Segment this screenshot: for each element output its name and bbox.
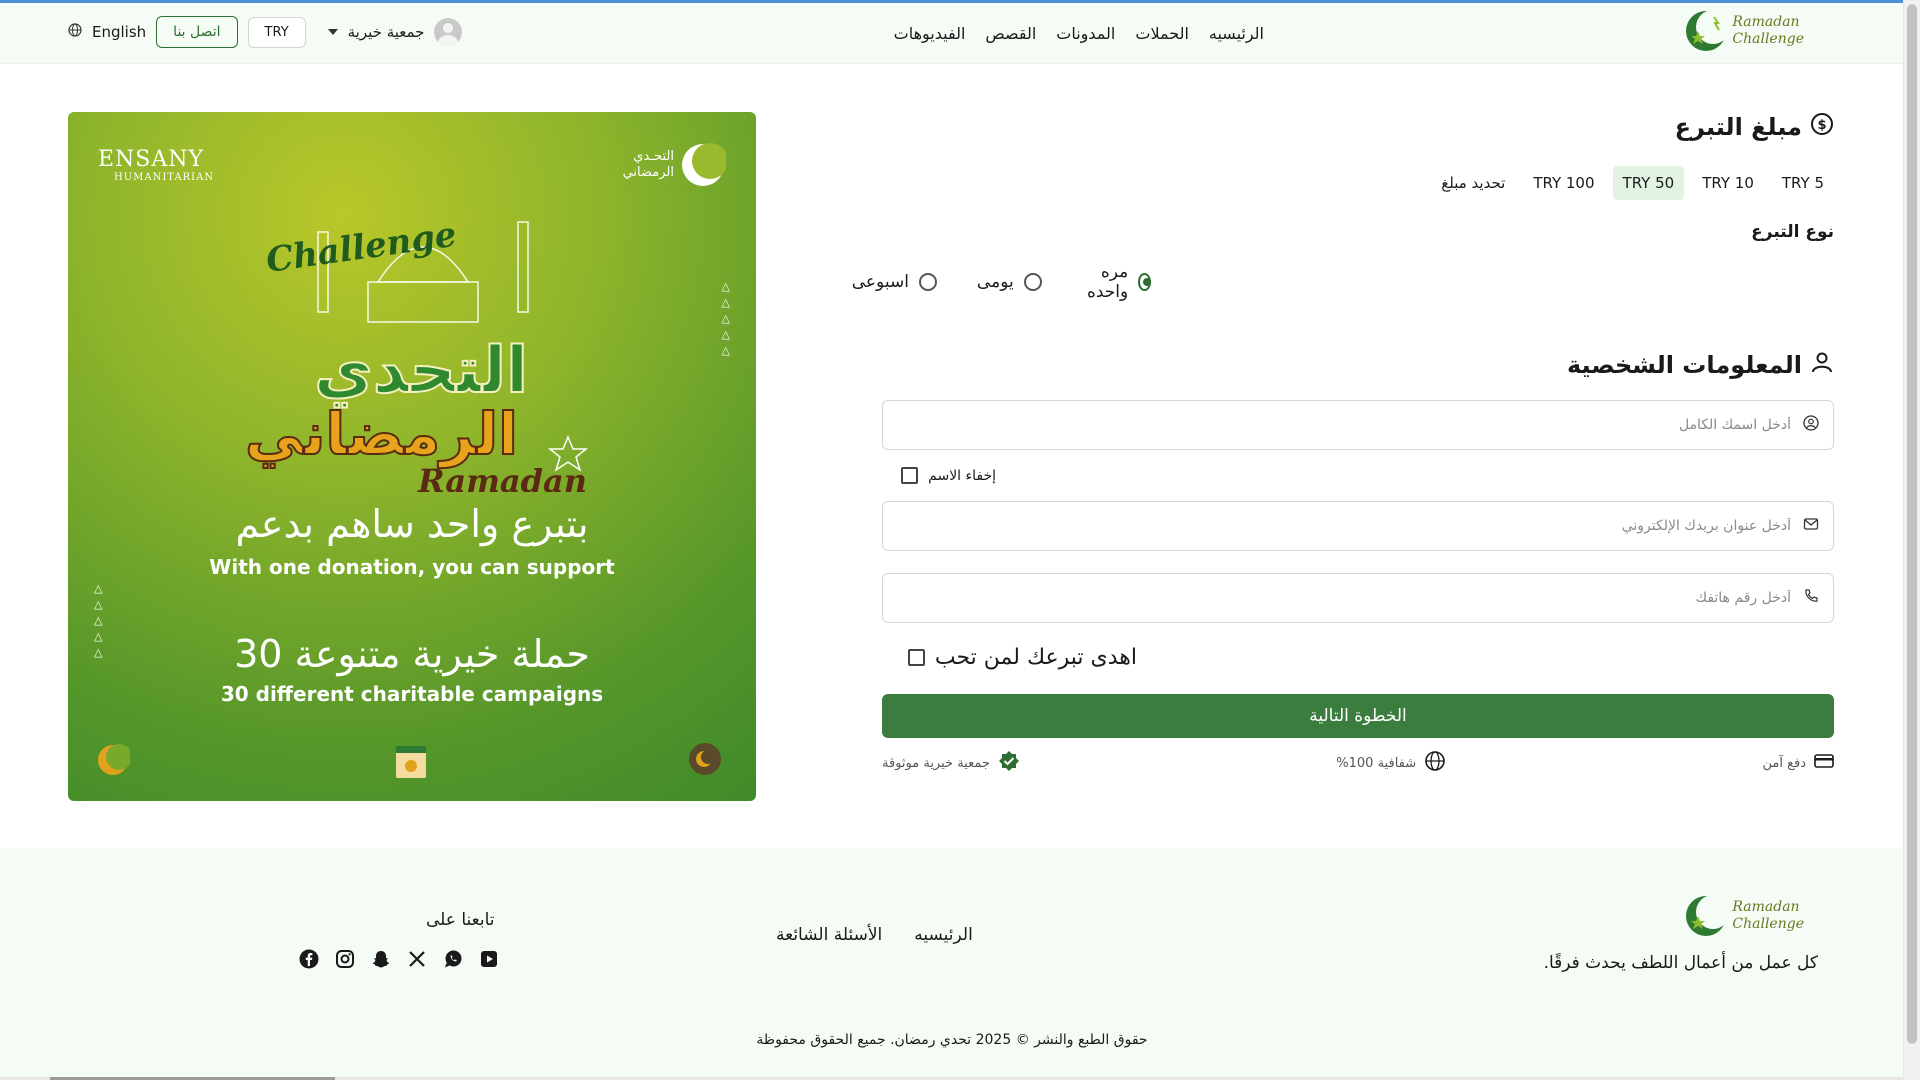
ramadan-challenge-artwork: Challenge التحدي الرمضاني Ramadan — [244, 215, 589, 492]
nav-home[interactable]: الرئيسيه — [1209, 24, 1264, 43]
amount-5[interactable]: 5 TRY — [1772, 166, 1834, 200]
donation-amount-title: $ مبلغ التبرع — [882, 112, 1834, 142]
email-input[interactable] — [897, 517, 1793, 535]
personal-info-title: المعلومات الشخصية — [882, 350, 1834, 380]
user-circle-icon — [1803, 415, 1819, 435]
secure-payment-badge: دفع آمن — [1762, 750, 1834, 776]
mail-icon — [1803, 516, 1819, 536]
follow-us-label: تابعنا على — [426, 910, 495, 930]
hide-name-checkbox[interactable]: إخفاء الاسم — [882, 467, 1834, 484]
crescent-logo-icon — [1684, 9, 1731, 53]
radio-indicator[interactable] — [1138, 273, 1151, 291]
facebook-icon[interactable] — [298, 948, 320, 970]
instagram-icon[interactable] — [334, 948, 356, 970]
email-field[interactable] — [882, 501, 1834, 551]
phone-field[interactable] — [882, 573, 1834, 623]
checkbox-box[interactable] — [907, 649, 925, 666]
snapchat-icon[interactable] — [370, 948, 392, 970]
scrollbar-thumb[interactable] — [1907, 4, 1917, 1044]
radio-daily[interactable]: يومى — [977, 262, 1042, 302]
gift-donation-checkbox[interactable]: اهدى تبرعك لمن تحب — [882, 645, 1834, 670]
trust-badges: دفع آمن شفافية 100% جمعية خيرية موثوقة — [882, 750, 1834, 776]
donation-form: $ مبلغ التبرع 5 TRY 10 TRY 50 TRY 100 TR… — [852, 112, 1834, 776]
calendar-icon — [396, 746, 426, 778]
social-links — [298, 948, 500, 970]
trusted-charity-badge: جمعية خيرية موثوقة — [882, 750, 1020, 776]
currency-selector[interactable]: TRY — [247, 16, 306, 48]
amount-options: 5 TRY 10 TRY 50 TRY 100 TRY تحديد مبلغ — [882, 166, 1834, 200]
footer-link-home[interactable]: الرئيسيه — [914, 925, 973, 945]
banner-campaigns-ar: 30 حملة خيرية متنوعة — [234, 632, 590, 676]
avatar — [434, 18, 463, 46]
contact-us-button[interactable]: اتصل بنا — [156, 16, 238, 48]
amount-50[interactable]: 50 TRY — [1612, 166, 1685, 200]
footer-link-faq[interactable]: الأسئلة الشائعة — [776, 925, 882, 945]
footer-links: الرئيسيه الأسئلة الشائعة — [776, 925, 973, 945]
challenge-word: Challenge — [264, 215, 459, 281]
banner-support-en: With one donation, you can support — [209, 555, 615, 579]
language-switcher[interactable]: English — [68, 23, 146, 41]
radio-indicator[interactable] — [1023, 273, 1042, 291]
phone-input[interactable] — [897, 589, 1793, 607]
banner-campaigns-en: 30 different charitable campaigns — [220, 682, 604, 706]
globe-icon — [68, 23, 82, 41]
amount-10[interactable]: 10 TRY — [1692, 166, 1764, 200]
checkbox-box[interactable] — [901, 467, 919, 484]
whatsapp-icon[interactable] — [442, 948, 464, 970]
full-name-input[interactable] — [897, 416, 1793, 434]
caret-down-icon — [327, 29, 338, 35]
ensany-logo: ENSANY HUMANITARIAN — [98, 147, 215, 183]
brand-logo[interactable]: Ramadan Challenge — [1684, 9, 1804, 53]
nav-campaigns[interactable]: الحملات — [1135, 24, 1189, 43]
user-icon — [1810, 350, 1834, 380]
main-nav: الرئيسيه الحملات المدونات القصص الفيديوه… — [894, 3, 1264, 63]
next-step-button[interactable]: الخطوة التالية — [882, 694, 1834, 738]
campaign-banner: ENSANY HUMANITARIAN التحـدي الرمضاني Cha… — [68, 112, 756, 801]
donation-type-options: مره واحده يومى اسبوعى — [852, 262, 1834, 302]
brand-line1: Ramadan — [1732, 14, 1800, 30]
youtube-icon[interactable] — [478, 948, 500, 970]
footer-brand-logo[interactable]: Ramadan Challenge — [1684, 894, 1804, 938]
x-icon[interactable] — [406, 948, 428, 970]
donation-type-label: نوع التبرع — [1751, 222, 1834, 242]
globe-icon — [1424, 750, 1446, 776]
dollar-circle-icon: $ — [1810, 112, 1834, 142]
amount-100[interactable]: 100 TRY — [1523, 166, 1604, 200]
full-name-field[interactable] — [882, 400, 1834, 450]
banner-support-ar: بتبرع واحد ساهم بدعم — [235, 502, 589, 546]
footer-tagline: كل عمل من أعمال اللطف يحدث فرقًا. — [1543, 953, 1818, 973]
crescent-logo-icon — [1684, 894, 1731, 938]
custom-amount[interactable]: تحديد مبلغ — [1431, 166, 1515, 200]
headline-ar2: الرمضاني — [245, 400, 518, 469]
crescent-icon — [98, 744, 130, 775]
nav-stories[interactable]: القصص — [985, 24, 1036, 43]
phone-icon — [1803, 588, 1819, 608]
verified-check-icon — [998, 750, 1020, 776]
charity-label: جمعية خيرية — [347, 23, 425, 41]
crescent-icon — [682, 143, 726, 186]
nav-videos[interactable]: الفيديوهات — [894, 24, 966, 43]
brand-line2: Challenge — [1732, 31, 1804, 47]
triangle-pattern-icon: △ △ △ △ △ — [721, 280, 730, 357]
nav-blogs[interactable]: المدونات — [1056, 24, 1115, 43]
radio-once[interactable]: مره واحده — [1082, 262, 1151, 302]
headline-ar: التحدي — [314, 334, 528, 408]
credit-card-icon — [1814, 753, 1834, 773]
site-footer: Ramadan Challenge كل عمل من أعمال اللطف … — [0, 848, 1904, 1080]
badge-crescent-icon — [689, 743, 721, 775]
vertical-scrollbar[interactable] — [1903, 0, 1920, 1080]
site-header: Ramadan Challenge الرئيسيه الحملات المدو… — [0, 3, 1904, 64]
svg-text:$: $ — [1817, 118, 1826, 133]
radio-weekly[interactable]: اسبوعى — [852, 262, 937, 302]
header-actions: English اتصل بنا TRY جمعية خيرية — [68, 13, 463, 51]
radio-indicator[interactable] — [918, 273, 937, 291]
charity-dropdown[interactable]: جمعية خيرية — [327, 18, 463, 46]
copyright-text: حقوق الطبع والنشر © 2025 تحدي رمضان. جمي… — [756, 1032, 1148, 1048]
transparency-badge: شفافية 100% — [1336, 750, 1446, 776]
campaign-logo: التحـدي الرمضاني — [623, 142, 726, 188]
language-label: English — [92, 23, 147, 41]
